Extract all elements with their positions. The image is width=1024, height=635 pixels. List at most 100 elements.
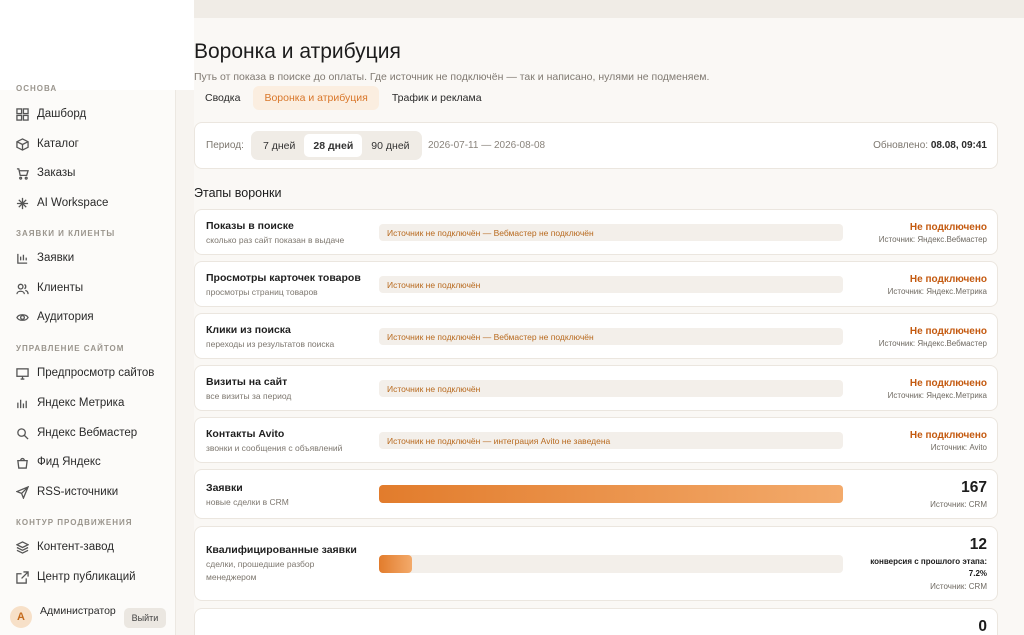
external-link-icon xyxy=(16,570,29,584)
stage-source: Источник: Яндекс.Метрика xyxy=(887,287,987,296)
page-subtitle: Путь от показа в поиске до оплаты. Где и… xyxy=(194,71,710,83)
chart-icon xyxy=(17,399,27,408)
stage-value: 167 xyxy=(961,479,987,496)
sidebar-section-main: ОСНОВА xyxy=(16,84,58,93)
sidebar-item-label: Аудитория xyxy=(37,311,94,323)
user-profile[interactable]: А Администратор xyxy=(10,605,116,628)
stage-bar: Источник не подключён — Вебмастер не под… xyxy=(379,328,843,345)
sidebar-logo-area xyxy=(0,0,194,90)
stage-source: Источник: CRM xyxy=(930,582,987,591)
period-selector: 7 дней 28 дней 90 дней xyxy=(251,131,422,160)
stage-bar: Источник не подключён — интеграция Avito… xyxy=(379,432,843,449)
send-icon xyxy=(16,485,29,499)
funnel-stage-visits: Визиты на сайт все визиты за период Исто… xyxy=(194,365,998,411)
updated-at: Обновлено: 08.08, 09:41 xyxy=(873,140,987,151)
sidebar-item-publications[interactable]: Центр публикаций xyxy=(16,566,136,588)
stage-status: Не подключено xyxy=(909,326,987,337)
stage-status: Не подключено xyxy=(909,378,987,389)
sidebar-item-dashboard[interactable]: Дашборд xyxy=(16,103,86,125)
stage-name: Контакты Avito xyxy=(206,428,285,440)
sidebar-item-orders[interactable]: Заказы xyxy=(16,162,75,184)
tabs: Сводка Воронка и атрибуция Трафик и рекл… xyxy=(194,86,495,110)
stage-conversion: конверсия с прошлого этапа: 7.2% xyxy=(870,557,987,578)
stage-bar-fill xyxy=(379,485,843,503)
cart-icon xyxy=(16,167,29,180)
stage-bar: Источник не подключён xyxy=(379,276,843,293)
stage-desc: новые сделки в CRM xyxy=(206,497,289,507)
stage-bar-fill xyxy=(379,555,413,573)
users-icon xyxy=(16,283,29,294)
sidebar-section-requests: ЗАЯВКИ И КЛИЕНТЫ xyxy=(16,229,116,238)
funnel-stage-product-views: Просмотры карточек товаров просмотры стр… xyxy=(194,261,998,307)
period-90-days[interactable]: 90 дней xyxy=(362,134,418,157)
sidebar-item-site-preview[interactable]: Предпросмотр сайтов xyxy=(16,362,154,384)
stage-note: Источник не подключён — Вебмастер не под… xyxy=(387,332,594,342)
logout-button[interactable]: Выйти xyxy=(124,608,166,628)
sidebar-item-label: Яндекс Метрика xyxy=(37,397,125,409)
funnel-stage-requests: Заявки новые сделки в CRM 167 Источник: … xyxy=(194,469,998,519)
funnel-stage-next: 0 xyxy=(194,608,998,635)
stage-source: Источник: Avito xyxy=(930,443,987,452)
stage-bar xyxy=(379,485,843,503)
stage-status: Не подключено xyxy=(909,274,987,285)
stage-desc: просмотры страниц товаров xyxy=(206,287,318,297)
monitor-icon xyxy=(16,367,29,380)
funnel-stage-avito-contacts: Контакты Avito звонки и сообщения с объя… xyxy=(194,417,998,463)
tab-funnel[interactable]: Воронка и атрибуция xyxy=(253,86,379,110)
sidebar-item-label: Яндекс Вебмастер xyxy=(37,427,138,439)
user-name: Администратор xyxy=(40,605,116,617)
top-strip xyxy=(194,0,1024,18)
funnel-stage-impressions: Показы в поиске сколько раз сайт показан… xyxy=(194,209,998,255)
sidebar-section-promo: КОНТУР ПРОДВИЖЕНИЯ xyxy=(16,518,133,527)
stage-bar: Источник не подключён xyxy=(379,380,843,397)
tab-summary[interactable]: Сводка xyxy=(194,86,251,110)
period-7-days[interactable]: 7 дней xyxy=(254,134,304,157)
sidebar-item-label: Центр публикаций xyxy=(37,571,136,583)
search-icon xyxy=(17,427,29,440)
updated-value: 08.08, 09:41 xyxy=(930,140,987,151)
stage-bar: Источник не подключён — Вебмастер не под… xyxy=(379,224,843,241)
stage-name: Заявки xyxy=(206,482,243,494)
sidebar-item-audience[interactable]: Аудитория xyxy=(16,306,94,328)
sidebar-item-catalog[interactable]: Каталог xyxy=(16,133,79,155)
stage-name: Просмотры карточек товаров xyxy=(206,272,361,284)
sidebar-item-yandex-metrica[interactable]: Яндекс Метрика xyxy=(16,392,124,414)
stage-name: Показы в поиске xyxy=(206,220,294,232)
tab-traffic[interactable]: Трафик и реклама xyxy=(381,86,493,110)
sparkle-icon xyxy=(16,197,29,209)
period-28-days[interactable]: 28 дней xyxy=(304,134,363,157)
sidebar-item-label: Заявки xyxy=(37,252,75,264)
box-icon xyxy=(16,137,29,151)
main-content: Воронка и атрибуция Путь от показа в пои… xyxy=(194,18,1024,635)
sidebar-item-rss[interactable]: RSS-источники xyxy=(16,481,118,503)
stage-note: Источник не подключён — Вебмастер не под… xyxy=(387,228,594,238)
stage-value: 0 xyxy=(978,618,987,635)
stage-source: Источник: Яндекс.Вебмастер xyxy=(878,339,987,348)
stage-desc: звонки и сообщения с объявлений xyxy=(206,443,343,453)
eye-icon xyxy=(16,313,29,321)
stage-source: Источник: Яндекс.Вебмастер xyxy=(878,235,987,244)
sidebar-item-requests[interactable]: Заявки xyxy=(16,247,74,269)
stage-status: Не подключено xyxy=(909,430,987,441)
date-range: 2026-07-11 — 2026-08-08 xyxy=(428,140,546,151)
stage-name: Клики из поиска xyxy=(206,324,291,336)
stage-note: Источник не подключён xyxy=(387,280,481,290)
funnel-stage-search-clicks: Клики из поиска переходы из результатов … xyxy=(194,313,998,359)
stage-value: 12 xyxy=(969,536,987,553)
sidebar-item-yandex-feed[interactable]: Фид Яндекс xyxy=(16,451,101,473)
sidebar-item-clients[interactable]: Клиенты xyxy=(16,277,83,299)
sidebar-item-label: Фид Яндекс xyxy=(37,456,101,468)
bag-icon xyxy=(17,457,28,469)
stage-note: Источник не подключён — интеграция Avito… xyxy=(387,436,611,446)
stage-name: Визиты на сайт xyxy=(206,376,288,388)
stage-desc: все визиты за период xyxy=(206,391,292,401)
layers-icon xyxy=(16,540,29,554)
stage-desc: переходы из результатов поиска xyxy=(206,339,335,349)
sidebar-item-yandex-webmaster[interactable]: Яндекс Вебмастер xyxy=(16,422,137,444)
sidebar-item-ai-workspace[interactable]: AI Workspace xyxy=(16,192,108,214)
sidebar-item-label: Каталог xyxy=(37,138,79,150)
stage-desc: сделки, прошедшие разбор менеджером xyxy=(206,559,315,582)
avatar: А xyxy=(10,606,32,628)
page-title: Воронка и атрибуция xyxy=(194,40,401,63)
sidebar-item-content-factory[interactable]: Контент-завод xyxy=(16,536,114,558)
